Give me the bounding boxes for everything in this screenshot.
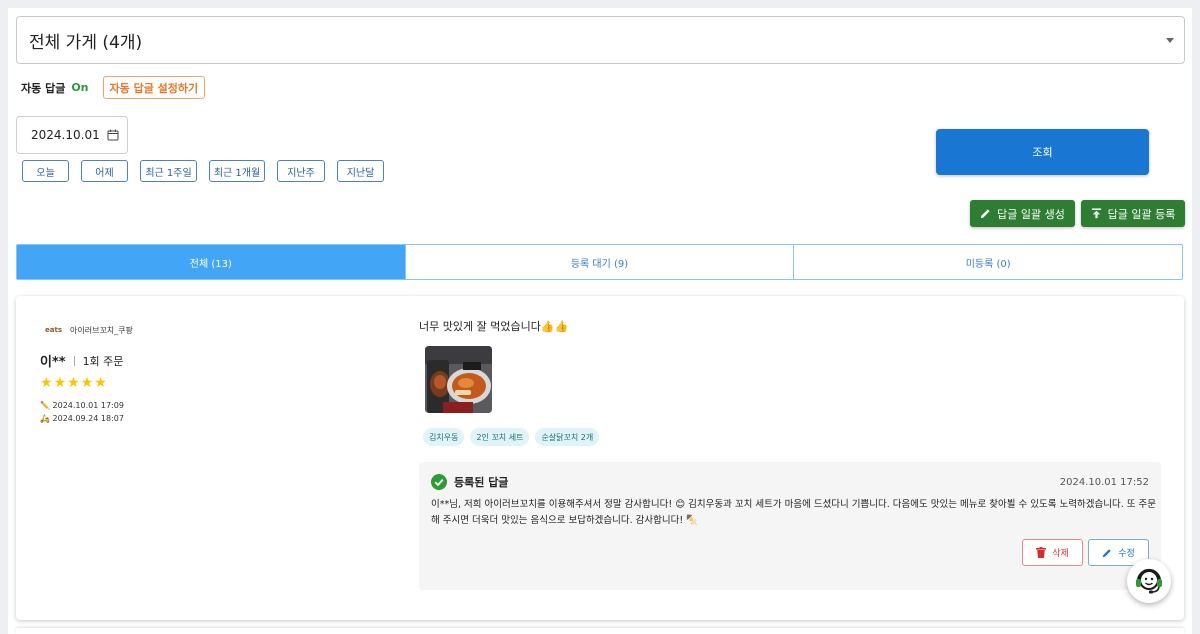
store-name: 아이러브꼬치_쿠팡 bbox=[70, 325, 133, 335]
review-photo[interactable] bbox=[425, 346, 492, 413]
auto-reply-label: 자동 답글 bbox=[21, 81, 66, 95]
delete-reply-button[interactable]: 삭제 bbox=[1022, 539, 1083, 566]
trash-icon bbox=[1036, 547, 1047, 558]
check-circle-icon bbox=[431, 474, 447, 490]
menu-chips: 김치우동 2인 꼬치 세트 순살닭꼬치 2개 bbox=[423, 428, 605, 446]
order-date: 🛵 2024.09.24 18:07 bbox=[40, 414, 124, 423]
order-count: 1회 주문 bbox=[82, 354, 124, 368]
next-card-edge bbox=[16, 628, 1184, 634]
eats-logo: eats bbox=[45, 326, 62, 334]
delete-label: 삭제 bbox=[1052, 549, 1069, 559]
quick-date-last-week-button[interactable]: 지난주 bbox=[277, 160, 325, 182]
pencil-icon bbox=[981, 209, 990, 219]
reply-date: 2024.10.01 17:52 bbox=[1059, 477, 1149, 488]
dropdown-caret-icon bbox=[1166, 38, 1174, 43]
store-brand: eats 아이러브꼬치_쿠팡 bbox=[45, 322, 133, 338]
review-card: eats 아이러브꼬치_쿠팡 이** 1회 주문 ★ ★ ★ ★ ★ ✏️ 20… bbox=[16, 296, 1184, 620]
bulk-register-label: 답글 일괄 등록 bbox=[1107, 207, 1176, 221]
date-picker[interactable]: 2024.10.01 bbox=[16, 116, 128, 154]
reply-text: 이**님, 저희 아이러브꼬치를 이용해주셔서 정말 감사합니다! 😊 김치우동… bbox=[431, 499, 1156, 526]
order-date-value: 2024.09.24 18:07 bbox=[52, 414, 124, 423]
menu-chip: 2인 꼬치 세트 bbox=[470, 428, 530, 446]
tab-all[interactable]: 전체 (13) bbox=[17, 245, 405, 279]
quick-date-month-button[interactable]: 최근 1개월 bbox=[209, 160, 265, 182]
review-tabs: 전체 (13) 등록 대기 (9) 미등록 (0) bbox=[16, 244, 1183, 280]
quick-date-last-month-button[interactable]: 지난달 bbox=[337, 160, 384, 182]
headset-support-icon bbox=[1136, 568, 1162, 594]
quick-date-yesterday-button[interactable]: 어제 bbox=[81, 160, 128, 182]
reply-header: 등록된 답글 bbox=[431, 474, 508, 490]
edit-label: 수정 bbox=[1118, 549, 1135, 559]
bulk-generate-label: 답글 일괄 생성 bbox=[997, 207, 1065, 221]
bulk-generate-button[interactable]: 답글 일괄 생성 bbox=[970, 200, 1075, 227]
written-date-value: 2024.10.01 17:09 bbox=[52, 401, 124, 410]
menu-chip: 김치우동 bbox=[423, 428, 465, 446]
tab-unregistered[interactable]: 미등록 (0) bbox=[793, 245, 1182, 279]
calendar-icon bbox=[107, 129, 119, 141]
star-icon: ★ bbox=[67, 375, 80, 391]
menu-chip: 순살닭꼬치 2개 bbox=[535, 428, 600, 446]
review-text: 너무 맛있게 잘 먹었습니다👍👍 bbox=[419, 320, 569, 333]
store-select[interactable]: 전체 가게 (4개) bbox=[16, 16, 1185, 64]
star-icon: ★ bbox=[40, 375, 53, 391]
quick-date-today-button[interactable]: 오늘 bbox=[22, 160, 69, 182]
store-select-value: 전체 가게 (4개) bbox=[29, 32, 143, 53]
quick-date-buttons: 오늘 어제 최근 1주일 최근 1개월 지난주 지난달 bbox=[22, 160, 396, 182]
customer-row: 이** 1회 주문 bbox=[40, 351, 124, 371]
registered-reply: 등록된 답글 2024.10.01 17:52 이**님, 저희 아이러브꼬치를… bbox=[419, 462, 1161, 590]
delivery-icon: 🛵 bbox=[40, 414, 50, 423]
pencil-icon: ✏️ bbox=[40, 401, 50, 410]
pencil-icon bbox=[1103, 548, 1111, 557]
customer-support-button[interactable] bbox=[1127, 559, 1171, 603]
bulk-register-button[interactable]: 답글 일괄 등록 bbox=[1081, 200, 1185, 227]
upload-icon bbox=[1091, 208, 1101, 219]
star-icon: ★ bbox=[53, 375, 67, 391]
rating-stars: ★ ★ ★ ★ ★ bbox=[40, 375, 108, 391]
reply-title: 등록된 답글 bbox=[454, 476, 509, 489]
search-button[interactable]: 조회 bbox=[936, 129, 1149, 175]
auto-reply-settings-button[interactable]: 자동 답글 설정하기 bbox=[102, 76, 206, 99]
star-icon: ★ bbox=[80, 375, 94, 391]
quick-date-week-button[interactable]: 최근 1주일 bbox=[140, 160, 197, 182]
tab-pending[interactable]: 등록 대기 (9) bbox=[404, 245, 794, 279]
auto-reply-status: On bbox=[71, 81, 89, 94]
auto-reply-row: 자동 답글 On 자동 답글 설정하기 bbox=[21, 76, 206, 99]
customer-name: 이** bbox=[40, 355, 66, 370]
date-value: 2024.10.01 bbox=[31, 128, 100, 142]
divider bbox=[73, 355, 75, 366]
star-icon: ★ bbox=[94, 375, 107, 391]
review-written-date: ✏️ 2024.10.01 17:09 bbox=[40, 401, 124, 410]
